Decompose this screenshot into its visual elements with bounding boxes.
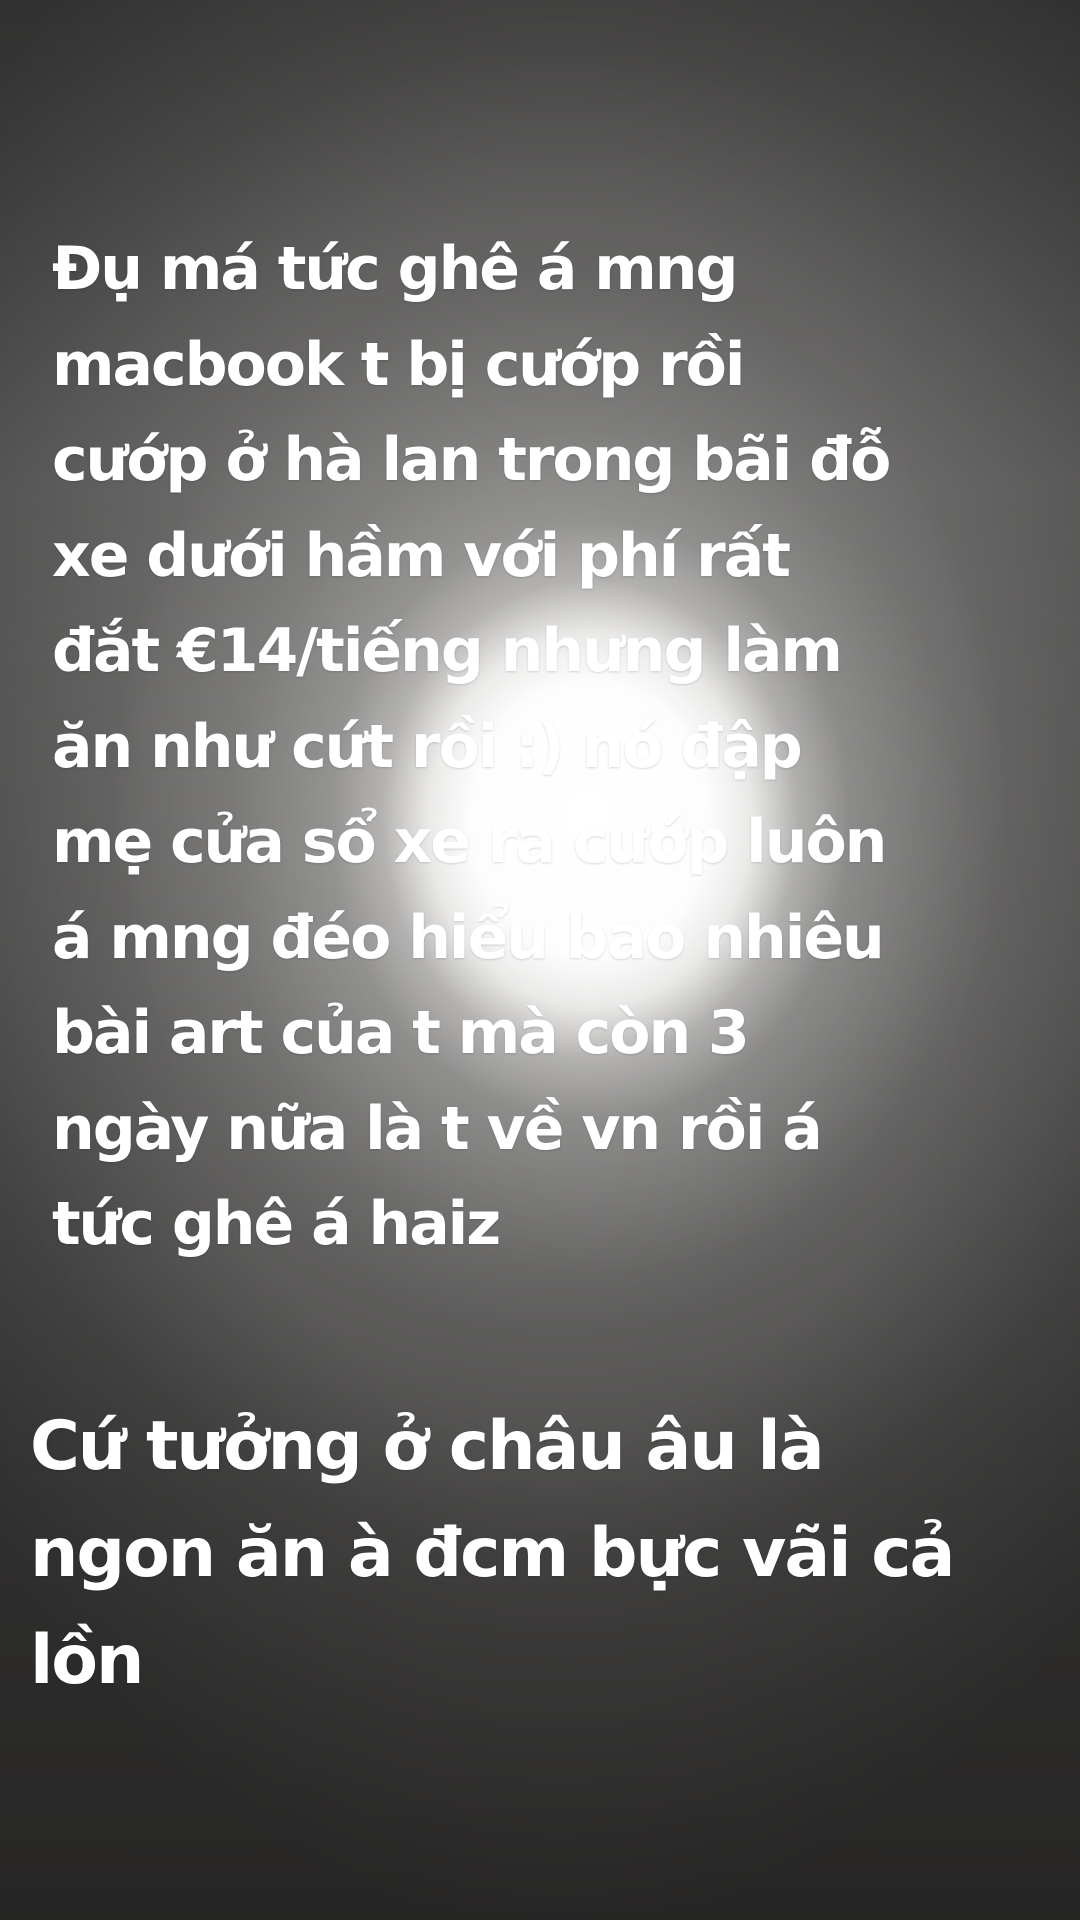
story-caption-secondary: Cứ tưởng ở châu âu là ngon ăn à đcm bực …: [30, 1407, 955, 1700]
story-caption-main: Đụ má tức ghê á mng macbook t bị cướp rồ…: [52, 234, 891, 1259]
story-background-photo: Đụ má tức ghê á mng macbook t bị cướp rồ…: [0, 0, 1080, 1920]
